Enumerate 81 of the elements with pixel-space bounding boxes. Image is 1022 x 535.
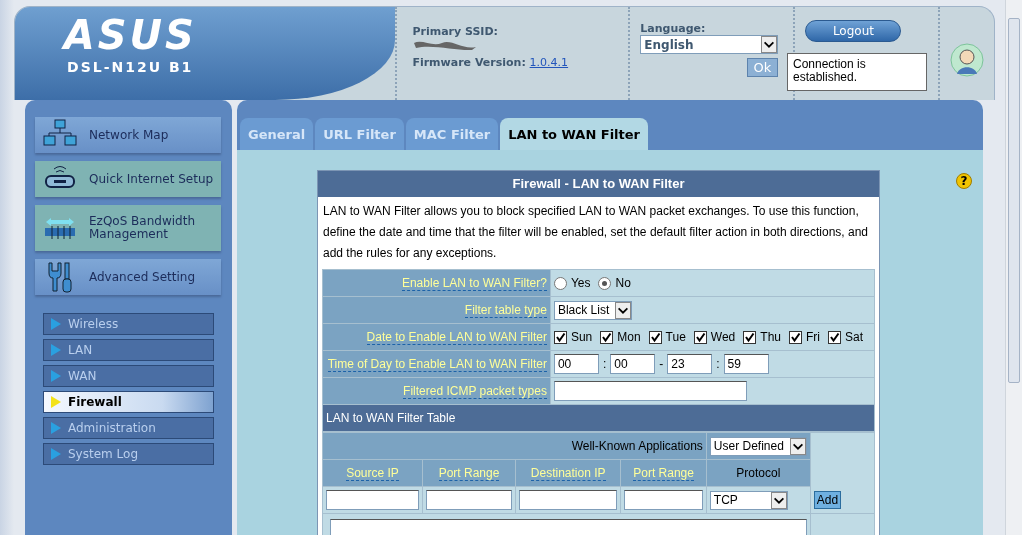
check-icon — [554, 331, 566, 343]
checkbox[interactable] — [693, 330, 707, 344]
radio-button[interactable] — [553, 276, 567, 290]
checkbox-label: Sun — [570, 329, 593, 346]
rule-field[interactable] — [624, 490, 703, 510]
model-name: DSL-N12U B1 — [67, 59, 194, 75]
rule-field[interactable] — [519, 490, 618, 510]
triangle-icon — [50, 343, 62, 357]
icmp-field[interactable] — [553, 381, 747, 401]
add-button[interactable]: Add — [813, 491, 842, 509]
menu-item[interactable]: Network Map — [35, 117, 221, 153]
checkbox-label: Thu — [760, 329, 781, 346]
radio-label: Yes — [570, 275, 591, 292]
language-select[interactable]: English — [640, 35, 779, 54]
applications-select[interactable]: User Defined — [709, 436, 807, 456]
description-text: LAN to WAN Filter allows you to block specified LAN to WAN packet exchanges. To use this function, define the date and time that the filter will be enabled, set the default filter action in both directions, and add the rules for any exceptions. — [322, 203, 869, 262]
checkbox-label: Tue — [665, 329, 686, 346]
apps-label: Well-Known Applications — [571, 439, 703, 453]
triangle-icon — [50, 421, 62, 435]
submenu-item[interactable]: System Log — [43, 443, 214, 465]
radio-button[interactable] — [598, 276, 612, 290]
column-header: Protocol — [736, 466, 781, 480]
checkbox[interactable] — [600, 330, 614, 344]
submenu-item[interactable]: Firewall — [43, 391, 214, 413]
filter-type-select[interactable]: Black List — [553, 300, 632, 320]
time-field[interactable]: 00 — [553, 354, 599, 374]
check-icon — [649, 331, 661, 343]
triangle-icon — [50, 447, 62, 461]
submenu-item[interactable]: Administration — [43, 417, 214, 439]
check-icon — [601, 331, 613, 343]
ssid-label: Primary SSID: — [412, 25, 499, 38]
protocol-select[interactable]: TCP — [709, 490, 788, 510]
time-field[interactable]: 23 — [667, 354, 713, 374]
status-tooltip: Connection is established. — [787, 53, 927, 91]
checkbox[interactable] — [789, 330, 802, 344]
separator: : — [715, 356, 721, 373]
checkbox-label: Wed — [710, 329, 736, 346]
scrollbar[interactable] — [1005, 0, 1022, 535]
triangle-icon — [50, 395, 62, 409]
logo: ASUS — [63, 15, 197, 55]
separator: : — [601, 356, 608, 373]
check-icon — [694, 331, 706, 343]
menu-item[interactable]: EzQoS Bandwidth Management — [35, 205, 221, 251]
field-label[interactable]: Filter table type — [464, 303, 547, 318]
rule-field[interactable] — [426, 490, 513, 510]
radio-label: No — [615, 275, 631, 292]
triangle-icon — [50, 369, 62, 383]
checkbox[interactable] — [648, 330, 662, 344]
scrollbar-thumb[interactable] — [1008, 18, 1020, 383]
tab[interactable]: General — [240, 118, 314, 150]
check-icon — [829, 331, 840, 343]
tab[interactable]: URL Filter — [315, 118, 404, 150]
check-icon — [744, 331, 756, 343]
rule-field[interactable] — [326, 490, 420, 510]
triangle-icon — [50, 317, 62, 331]
language-label: Language: — [640, 22, 707, 35]
separator: - — [658, 356, 665, 373]
menu-item[interactable]: Advanced Setting — [35, 259, 221, 295]
table-title: LAN to WAN Filter Table — [326, 411, 456, 425]
checkbox-label: Fri — [806, 329, 820, 346]
ok-button[interactable]: Ok — [746, 58, 779, 77]
avatar-icon — [950, 43, 984, 77]
tab[interactable]: MAC Filter — [405, 118, 499, 150]
checkbox[interactable] — [743, 330, 757, 344]
checkbox-label: Mon — [617, 329, 641, 346]
logout-button[interactable]: Logout — [805, 20, 902, 42]
checkbox[interactable] — [553, 330, 567, 344]
submenu-item[interactable]: WAN — [43, 365, 214, 387]
check-icon — [790, 331, 801, 343]
help-button[interactable]: ? — [956, 173, 972, 189]
time-field[interactable]: 59 — [723, 354, 769, 374]
form-title: Firewall - LAN to WAN Filter — [318, 171, 879, 197]
checkbox[interactable] — [828, 330, 841, 344]
firmware-link[interactable]: 1.0.4.1 — [529, 56, 569, 69]
time-field[interactable]: 00 — [610, 354, 656, 374]
submenu-item[interactable]: Wireless — [43, 313, 214, 335]
firmware-label: Firmware Version: — [412, 56, 527, 69]
menu-item[interactable]: Quick Internet Setup — [35, 161, 221, 197]
tab[interactable]: LAN to WAN Filter — [500, 118, 649, 150]
checkbox-label: Sat — [845, 329, 863, 346]
submenu-item[interactable]: LAN — [43, 339, 214, 361]
